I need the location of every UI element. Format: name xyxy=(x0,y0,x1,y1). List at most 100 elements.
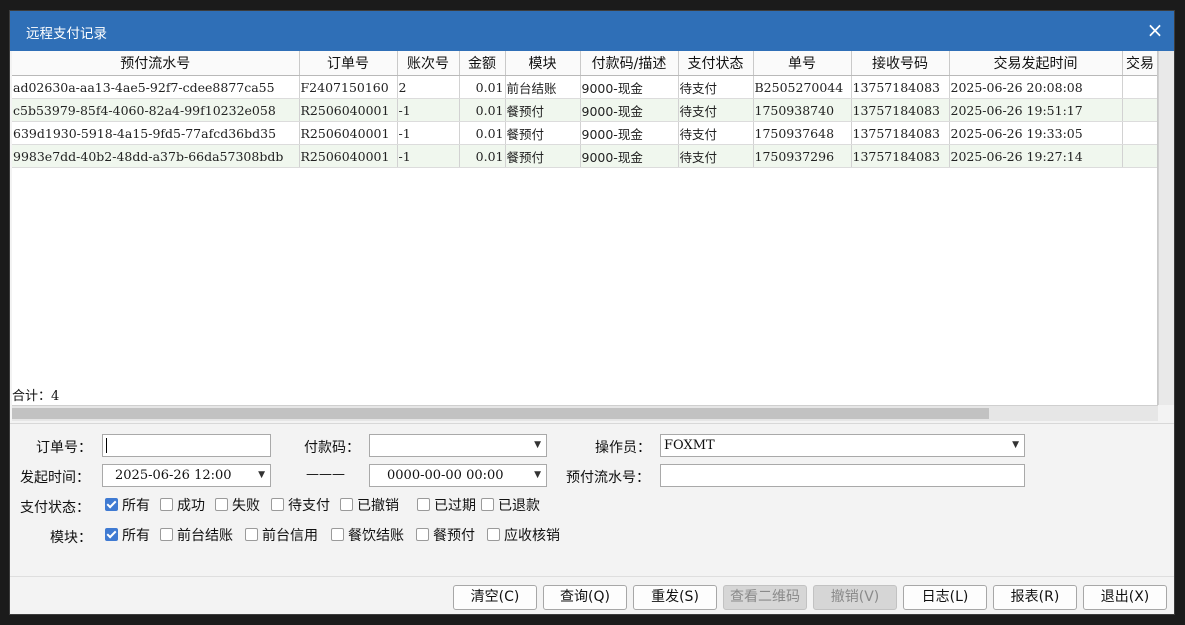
checkbox-label: 餐预付 xyxy=(433,528,475,544)
order-no-input[interactable] xyxy=(102,434,271,457)
checkbox-label: 已撤销 xyxy=(357,498,399,514)
close-icon[interactable]: × xyxy=(1146,20,1164,40)
total-label: 合计： xyxy=(12,389,52,404)
checkbox-unchecked-icon[interactable] xyxy=(417,498,430,511)
column-header[interactable]: 单号 xyxy=(753,51,852,76)
checkbox-status_options-1[interactable]: 成功 xyxy=(160,497,205,515)
table-cell: 2025-06-26 19:33:05 xyxy=(949,121,1123,145)
table-cell: F2407150160 xyxy=(299,75,398,99)
table-cell: 13757184083 xyxy=(851,121,950,145)
vertical-scrollbar[interactable] xyxy=(1158,51,1174,405)
table-cell: 9000-现金 xyxy=(580,98,679,122)
column-header[interactable]: 预付流水号 xyxy=(12,51,300,76)
table-cell: R2506040001 xyxy=(299,144,398,168)
checkbox-unchecked-icon[interactable] xyxy=(331,528,344,541)
total-count: 合计：4 xyxy=(12,385,59,404)
table-cell: 2025-06-26 19:51:17 xyxy=(949,98,1123,122)
cancel-payment-button[interactable]: 撤销(V) xyxy=(813,585,897,610)
table-cell: 13757184083 xyxy=(851,98,950,122)
end-time-value: 0000-00-00 00:00 xyxy=(387,468,504,483)
table-cell: 餐预付 xyxy=(505,144,581,168)
checkbox-status_options-2[interactable]: 失败 xyxy=(215,497,260,515)
table-header-row: 预付流水号 订单号 账次号 金额 模块 付款码/描述 支付状态 单号 接收号码 交易发起时间 交易 xyxy=(12,51,1157,76)
checkbox-status_options-6[interactable]: 已退款 xyxy=(481,497,540,515)
column-header[interactable]: 订单号 xyxy=(299,51,398,76)
query-button[interactable]: 查询(Q) xyxy=(543,585,627,610)
table-cell xyxy=(1122,121,1157,145)
exit-button[interactable]: 退出(X) xyxy=(1083,585,1167,610)
pay-status-label: 支付状态： xyxy=(20,500,90,516)
checkbox-label: 前台结账 xyxy=(177,528,233,544)
checkbox-module_options-3[interactable]: 餐饮结账 xyxy=(331,527,404,545)
prepay-no-input[interactable] xyxy=(660,464,1025,487)
end-time-picker[interactable]: 0000-00-00 00:00 ▼ xyxy=(369,464,547,487)
table-row[interactable]: c5b53979-85f4-4060-82a4-99f10232e058 R250… xyxy=(12,98,1157,122)
records-table: 预付流水号 订单号 账次号 金额 模块 付款码/描述 支付状态 单号 接收号码 交易发起时间 交易 … xyxy=(12,51,1157,168)
column-header[interactable]: 支付状态 xyxy=(678,51,754,76)
view-qr-button[interactable]: 查看二维码 xyxy=(723,585,807,610)
column-header[interactable]: 接收号码 xyxy=(851,51,950,76)
column-header[interactable]: 账次号 xyxy=(397,51,460,76)
operator-select[interactable]: FOXMT ▼ xyxy=(660,434,1025,457)
checkbox-label: 待支付 xyxy=(288,498,330,514)
table-cell: 餐预付 xyxy=(505,98,581,122)
chevron-down-icon[interactable]: ▼ xyxy=(258,465,265,486)
column-header[interactable]: 模块 xyxy=(505,51,581,76)
checkbox-unchecked-icon[interactable] xyxy=(416,528,429,541)
pay-code-select[interactable]: ▼ xyxy=(369,434,547,457)
checkbox-module_options-0[interactable]: 所有 xyxy=(105,527,150,545)
checkbox-module_options-4[interactable]: 餐预付 xyxy=(416,527,475,545)
checkbox-unchecked-icon[interactable] xyxy=(271,498,284,511)
checkbox-module_options-5[interactable]: 应收核销 xyxy=(487,527,560,545)
checkbox-unchecked-icon[interactable] xyxy=(481,498,494,511)
table-cell: 639d1930-5918-4a15-9fd5-77afcd36bd35 xyxy=(12,121,300,145)
checkbox-unchecked-icon[interactable] xyxy=(160,528,173,541)
module-label: 模块： xyxy=(50,530,92,546)
filter-form: 订单号： 付款码： ▼ 操作员： FOXMT ▼ 发起时间： 2025-06-2… xyxy=(10,423,1174,614)
table-cell xyxy=(1122,98,1157,122)
start-time-picker[interactable]: 2025-06-26 12:00 ▼ xyxy=(102,464,271,487)
checkbox-module_options-2[interactable]: 前台信用 xyxy=(245,527,318,545)
horizontal-scrollbar[interactable] xyxy=(12,405,1158,421)
checkbox-status_options-4[interactable]: 已撤销 xyxy=(340,497,399,515)
horizontal-scrollbar-thumb[interactable] xyxy=(12,408,989,419)
checkbox-status_options-3[interactable]: 待支付 xyxy=(271,497,330,515)
table-row[interactable]: 9983e7dd-40b2-48dd-a37b-66da57308bdb R250… xyxy=(12,144,1157,168)
log-button[interactable]: 日志(L) xyxy=(903,585,987,610)
checkbox-label: 已退款 xyxy=(498,498,540,514)
table-cell: 1750938740 xyxy=(753,98,852,122)
column-header[interactable]: 交易 xyxy=(1122,51,1157,76)
checkbox-status_options-0[interactable]: 所有 xyxy=(105,497,150,515)
pay-code-label: 付款码： xyxy=(304,440,360,456)
checkbox-unchecked-icon[interactable] xyxy=(160,498,173,511)
chevron-down-icon[interactable]: ▼ xyxy=(534,465,541,486)
text-caret xyxy=(106,438,107,453)
table-row[interactable]: 639d1930-5918-4a15-9fd5-77afcd36bd35 R250… xyxy=(12,121,1157,145)
column-header[interactable]: 付款码/描述 xyxy=(580,51,679,76)
checkbox-unchecked-icon[interactable] xyxy=(487,528,500,541)
table-row[interactable]: ad02630a-aa13-4ae5-92f7-cdee8877ca55 F240… xyxy=(12,75,1157,99)
table-cell: 0.01 xyxy=(459,98,506,122)
column-header[interactable]: 交易发起时间 xyxy=(949,51,1123,76)
checkbox-unchecked-icon[interactable] xyxy=(245,528,258,541)
column-header[interactable]: 金额 xyxy=(459,51,506,76)
table-cell: 2025-06-26 20:08:08 xyxy=(949,75,1123,99)
table-cell: 13757184083 xyxy=(851,144,950,168)
checkbox-checked-icon[interactable] xyxy=(105,498,118,511)
table-cell: 待支付 xyxy=(678,98,754,122)
chevron-down-icon[interactable]: ▼ xyxy=(534,435,541,456)
checkbox-status_options-5[interactable]: 已过期 xyxy=(417,497,476,515)
checkbox-module_options-1[interactable]: 前台结账 xyxy=(160,527,233,545)
table-cell: 9983e7dd-40b2-48dd-a37b-66da57308bdb xyxy=(12,144,300,168)
resend-button[interactable]: 重发(S) xyxy=(633,585,717,610)
time-range-separator: ——— xyxy=(306,467,345,482)
chevron-down-icon[interactable]: ▼ xyxy=(1012,435,1019,456)
start-time-value: 2025-06-26 12:00 xyxy=(115,468,232,483)
checkbox-unchecked-icon[interactable] xyxy=(215,498,228,511)
checkbox-checked-icon[interactable] xyxy=(105,528,118,541)
checkbox-unchecked-icon[interactable] xyxy=(340,498,353,511)
table-cell: 待支付 xyxy=(678,75,754,99)
report-button[interactable]: 报表(R) xyxy=(993,585,1077,610)
table-cell: 1750937648 xyxy=(753,121,852,145)
clear-button[interactable]: 清空(C) xyxy=(453,585,537,610)
